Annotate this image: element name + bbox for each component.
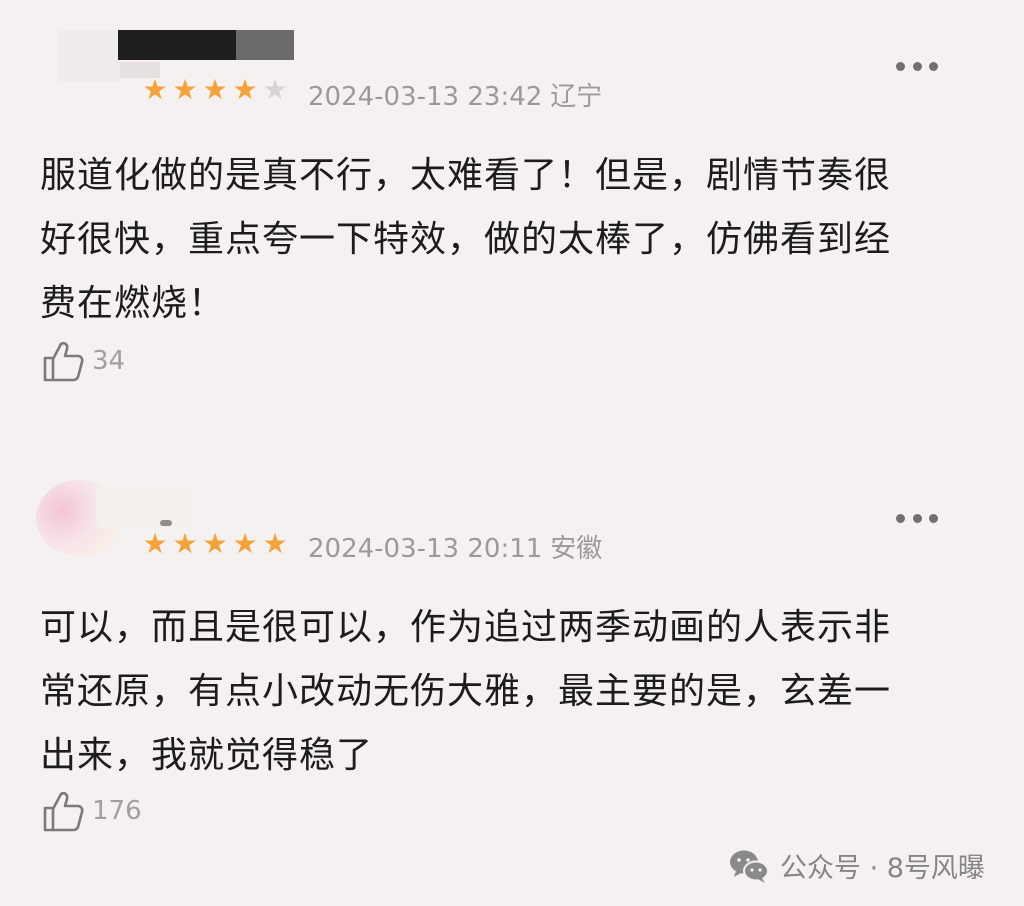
star-icon: ★	[232, 527, 258, 560]
like-button[interactable]: 176	[40, 788, 142, 834]
redacted-username	[160, 520, 172, 526]
more-dot	[929, 513, 938, 523]
like-count: 176	[92, 796, 142, 826]
more-dot	[896, 513, 905, 523]
review-content: 服道化做的是真不行，太难看了！但是，剧情节奏很 好很快，重点夸一下特效，做的太棒…	[40, 144, 940, 336]
review-content-line: 常还原，有点小改动无伤大雅，最主要的是，玄差一	[40, 671, 892, 712]
star-icon: ★	[232, 73, 258, 106]
thumbs-up-icon	[43, 791, 84, 832]
watermark-text: 公众号 · 8号风曝	[780, 853, 985, 884]
review-meta: 2024-03-13 20:11 安徽	[308, 528, 602, 565]
more-icon[interactable]	[896, 60, 938, 72]
review-content: 可以，而且是很可以，作为追过两季动画的人表示非 常还原，有点小改动无伤大雅，最主…	[40, 596, 940, 788]
star-icon: ★	[142, 527, 168, 560]
redacted-avatar[interactable]	[58, 30, 120, 82]
more-dot	[896, 61, 905, 71]
wechat-icon	[730, 850, 769, 883]
thumbs-up-icon	[43, 341, 84, 382]
star-icon: ★	[142, 73, 168, 106]
review-content-line: 服道化做的是真不行，太难看了！但是，剧情节奏很	[40, 155, 892, 196]
more-dot	[912, 61, 922, 71]
review-date: 2024-03-13 20:11	[308, 534, 543, 564]
review-region: 安徽	[550, 534, 603, 564]
star-icon: ★	[262, 527, 288, 560]
star-icon: ★	[172, 527, 198, 560]
watermark: 公众号 · 8号风曝	[728, 846, 985, 885]
review-content-line: 可以，而且是很可以，作为追过两季动画的人表示非	[40, 607, 892, 648]
star-icon: ★	[172, 73, 198, 106]
review-content-line: 费在燃烧！	[40, 283, 226, 324]
redacted-username[interactable]	[118, 30, 238, 60]
star-icon: ★	[202, 527, 228, 560]
review-content-line: 好很快，重点夸一下特效，做的太棒了，仿佛看到经	[40, 219, 892, 260]
review-content-line: 出来，我就觉得稳了	[40, 735, 374, 776]
redacted-username	[236, 30, 294, 60]
review-meta: 2024-03-13 23:42 辽宁	[308, 76, 602, 113]
review-card: ★ ★ ★ ★ ★ 2024-03-13 23:42 辽宁 服道化做的是真不行，太难看了！…	[0, 0, 1024, 450]
redacted-username[interactable]	[96, 488, 192, 528]
review-region: 辽宁	[550, 82, 603, 112]
like-button[interactable]: 34	[40, 338, 125, 384]
star-rating: ★ ★ ★ ★ ★	[140, 76, 290, 104]
review-date: 2024-03-13 23:42	[308, 82, 543, 112]
more-dot	[929, 61, 938, 71]
more-icon[interactable]	[896, 512, 938, 524]
star-rating: ★ ★ ★ ★ ★	[140, 530, 290, 558]
star-icon: ★	[202, 73, 228, 106]
review-card: ★ ★ ★ ★ ★ 2024-03-13 20:11 安徽 可以，而且是很可以，作为追过两…	[0, 450, 1024, 850]
star-icon: ★	[262, 73, 288, 106]
like-count: 34	[92, 346, 126, 376]
more-dot	[912, 513, 922, 523]
